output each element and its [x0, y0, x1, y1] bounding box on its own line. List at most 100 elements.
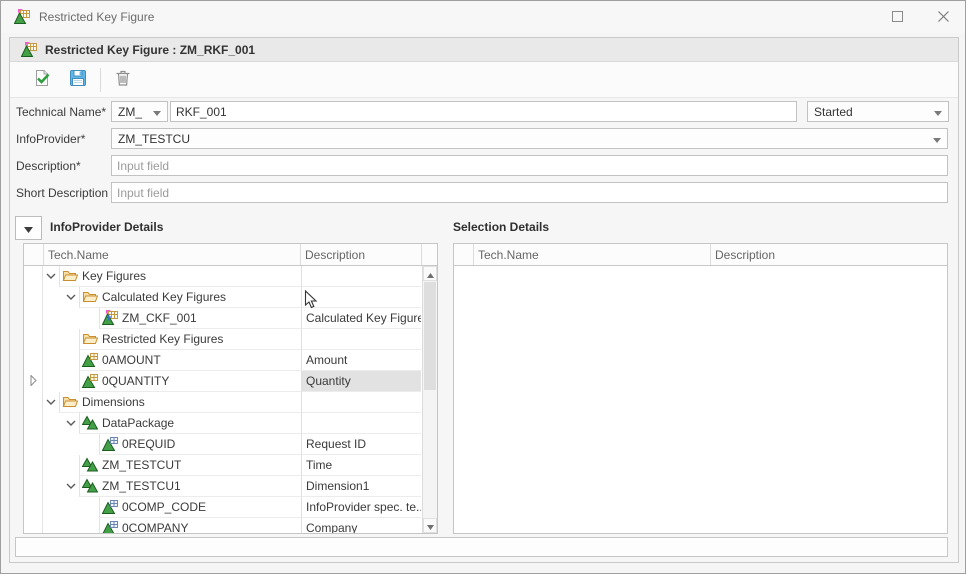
infoprovider-tree-body: Key Figures Calculated Key Figures ZM_CKF_…	[24, 266, 437, 533]
save-button[interactable]	[64, 66, 92, 94]
dimension-icon	[82, 415, 98, 431]
chevron-down-icon[interactable]	[43, 266, 59, 287]
description-cell: Calculated Key Figure...	[301, 308, 421, 329]
chevron-down-icon	[933, 132, 941, 146]
short-description-input[interactable]	[111, 182, 948, 203]
column-header-tech-name[interactable]: Tech.Name	[474, 244, 711, 265]
close-button[interactable]	[927, 4, 959, 30]
selection-details-title: Selection Details	[453, 220, 549, 234]
chevron-down-icon[interactable]	[63, 413, 79, 434]
validate-button[interactable]	[28, 66, 56, 94]
chevron-down-icon	[24, 221, 33, 236]
tree-row[interactable]: 0REQUID Request ID	[24, 434, 437, 455]
row-gutter	[24, 413, 43, 434]
gutter-header	[24, 244, 44, 265]
gutter-header	[454, 244, 474, 265]
scroll-up-icon	[427, 267, 434, 281]
description-cell: Time	[301, 455, 421, 476]
column-header-description[interactable]: Description	[301, 244, 421, 265]
tree-row[interactable]: 0COMP_CODEInfoProvider spec. te...	[24, 497, 437, 518]
chevron-slot	[83, 518, 99, 533]
column-header-tech-name[interactable]: Tech.Name	[44, 244, 301, 265]
description-cell: Amount	[301, 350, 421, 371]
tree-row[interactable]: ZM_CKF_001 Calculated Key Figure...	[24, 308, 437, 329]
row-gutter	[24, 392, 43, 413]
tree-item-label: 0REQUID	[122, 437, 175, 451]
tree-row[interactable]: Calculated Key Figures	[24, 287, 437, 308]
description-cell: Request ID	[301, 434, 421, 455]
characteristic-icon	[102, 436, 118, 452]
chevron-down-icon[interactable]	[43, 392, 59, 413]
calculated-key-figure-icon	[102, 310, 118, 326]
panels-header: InfoProvider Details Selection Details	[10, 213, 958, 243]
form: Technical Name* ZM_ Started InfoProvider…	[10, 101, 958, 209]
description-cell	[301, 392, 421, 413]
tree-item-label: DataPackage	[102, 416, 174, 430]
tree-row[interactable]: ZM_TESTCU1 Dimension1	[24, 476, 437, 497]
dimension-icon	[82, 478, 98, 494]
tree-item-label: 0QUANTITY	[102, 374, 169, 388]
panel-options-button[interactable]	[15, 216, 42, 240]
row-gutter	[24, 476, 43, 497]
tables-area: Tech.Name Description Key Figures Calcula…	[10, 243, 958, 534]
tree-row[interactable]: Restricted Key Figures	[24, 329, 437, 350]
folder-icon	[82, 331, 98, 347]
row-gutter	[24, 308, 43, 329]
maximize-icon	[892, 10, 903, 25]
toolbar	[10, 62, 958, 98]
dimension-icon	[82, 457, 98, 473]
folder-icon	[62, 268, 78, 284]
characteristic-icon	[102, 520, 118, 533]
selection-details-table: Tech.Name Description	[453, 243, 948, 534]
tree-row[interactable]: 0QUANTITYQuantity	[24, 371, 437, 392]
infoprovider-details-title: InfoProvider Details	[50, 220, 163, 234]
table-header: Tech.Name Description	[24, 244, 437, 266]
object-header-title: Restricted Key Figure : ZM_RKF_001	[45, 43, 255, 57]
tree-item-label: Restricted Key Figures	[102, 332, 223, 346]
technical-name-prefix-select[interactable]: ZM_	[111, 101, 168, 122]
status-bar	[15, 537, 948, 557]
row-gutter	[24, 371, 43, 392]
scroll-down-icon	[427, 519, 434, 533]
scrollbar-thumb[interactable]	[424, 282, 436, 390]
tree-row[interactable]: 0COMPANYCompany	[24, 518, 437, 533]
description-input[interactable]	[111, 155, 948, 176]
save-icon	[69, 69, 87, 90]
check-document-icon	[33, 69, 51, 90]
chevron-down-icon[interactable]	[63, 476, 79, 497]
tree-item-label: ZM_CKF_001	[122, 311, 197, 325]
folder-icon	[62, 394, 78, 410]
technical-name-label: Technical Name*	[16, 105, 111, 119]
technical-name-input[interactable]	[170, 101, 797, 122]
restricted-key-figure-icon	[14, 9, 30, 25]
row-gutter	[24, 497, 43, 518]
description-cell	[301, 266, 421, 287]
status-select[interactable]: Started	[807, 101, 949, 122]
infoprovider-label: InfoProvider*	[16, 132, 111, 146]
key-figure-icon	[82, 352, 98, 368]
tree-item-label: Calculated Key Figures	[102, 290, 226, 304]
tree-item-label: ZM_TESTCU1	[102, 479, 181, 493]
infoprovider-select[interactable]: ZM_TESTCU	[111, 128, 948, 149]
toolbar-separator	[100, 68, 101, 92]
vertical-scrollbar[interactable]	[422, 266, 437, 533]
scroll-up-button[interactable]	[423, 266, 437, 281]
object-header: Restricted Key Figure : ZM_RKF_001	[10, 38, 958, 62]
trash-icon	[114, 69, 132, 90]
column-header-description[interactable]: Description	[711, 244, 947, 265]
chevron-slot	[63, 329, 79, 350]
chevron-down-icon[interactable]	[63, 287, 79, 308]
chevron-down-icon	[934, 105, 942, 119]
tree-row[interactable]: Key Figures	[24, 266, 437, 287]
delete-button[interactable]	[109, 66, 137, 94]
maximize-button[interactable]	[881, 4, 913, 30]
description-cell: Dimension1	[301, 476, 421, 497]
chevron-slot	[63, 455, 79, 476]
tree-row[interactable]: Dimensions	[24, 392, 437, 413]
tree-row[interactable]: DataPackage	[24, 413, 437, 434]
tree-row[interactable]: 0AMOUNTAmount	[24, 350, 437, 371]
tree-row[interactable]: ZM_TESTCUTTime	[24, 455, 437, 476]
chevron-slot	[83, 434, 99, 455]
row-gutter	[24, 287, 43, 308]
scroll-down-button[interactable]	[423, 518, 437, 533]
